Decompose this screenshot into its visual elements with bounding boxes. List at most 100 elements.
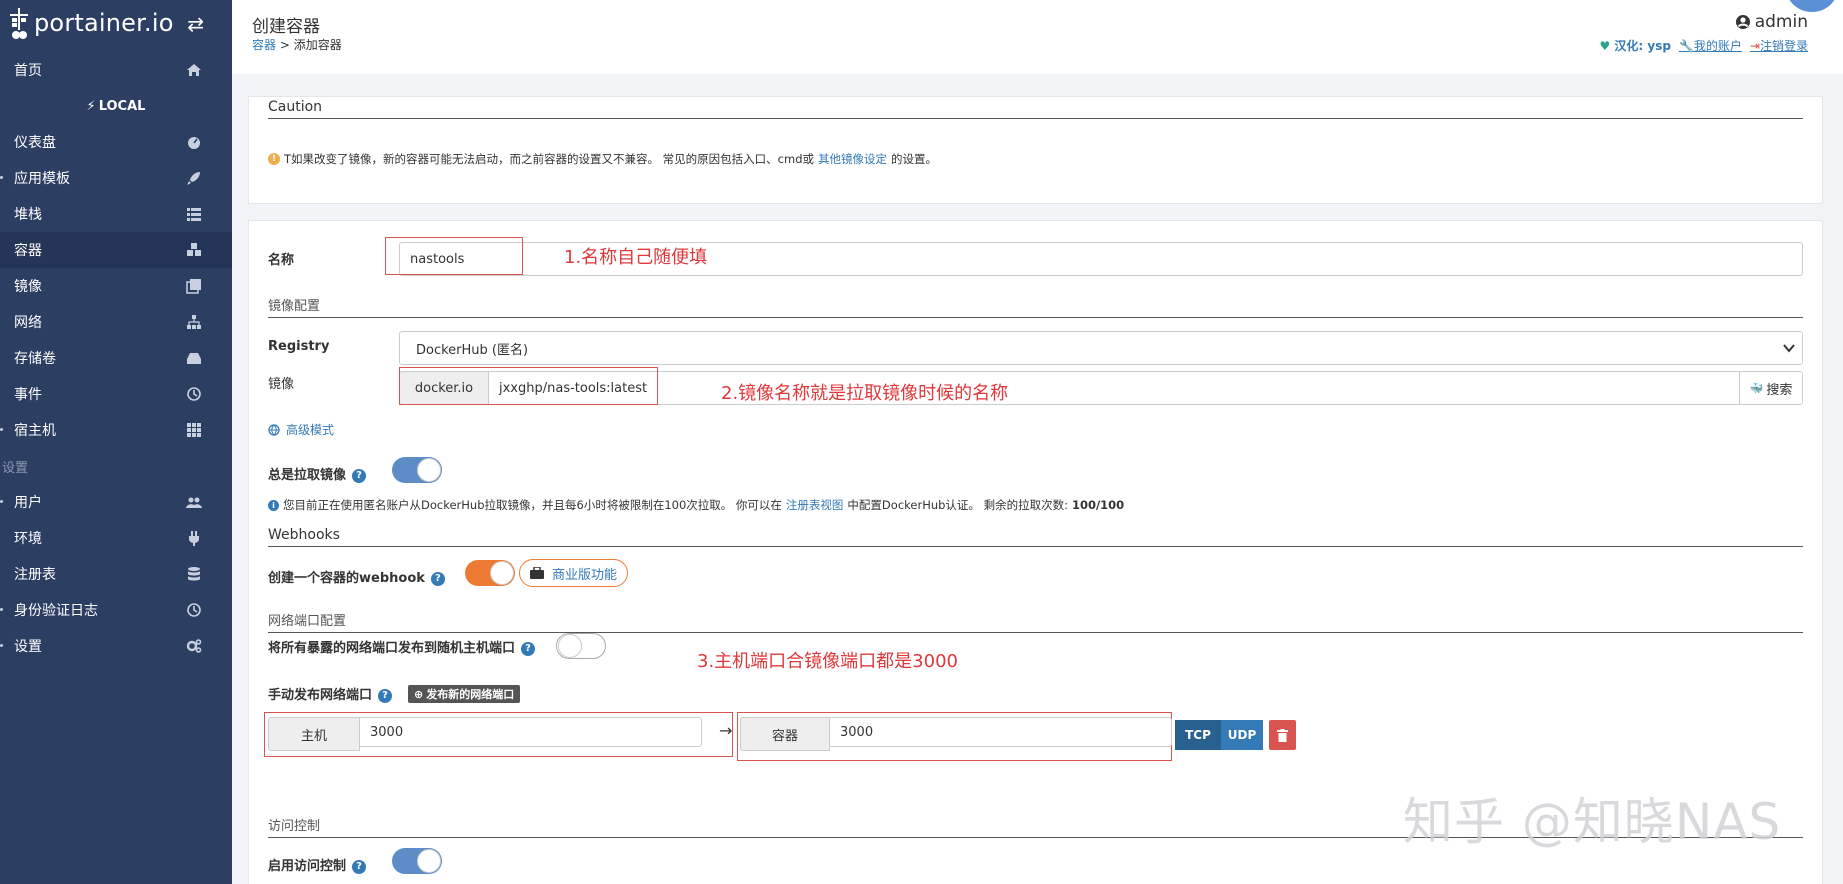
info-icon: i — [268, 499, 279, 511]
page-header: 创建容器 容器 > 添加容器 admin ♥ 汉化: ysp 🔧我的账户 ⇥注销… — [232, 0, 1843, 74]
user-links: ♥ 汉化: ysp 🔧我的账户 ⇥注销登录 — [1599, 37, 1808, 54]
help-icon[interactable]: ? — [378, 688, 393, 703]
globe-icon — [268, 423, 280, 436]
help-icon[interactable]: ? — [352, 859, 367, 874]
clone-icon — [186, 279, 201, 294]
endpoint-local: ⚡ LOCAL — [86, 98, 146, 114]
access-control-toggle[interactable] — [392, 848, 442, 874]
breadcrumb-containers-link[interactable]: 容器 — [252, 38, 276, 52]
watermark: 知乎 @知晓NAS — [1403, 793, 1782, 851]
annotation-name: 1.名称自己随便填 — [564, 247, 708, 268]
sidebar-item-2[interactable]: 注册表 — [0, 556, 232, 592]
plug-icon: ⚡ — [86, 98, 96, 114]
publish-all-toggle[interactable] — [556, 633, 606, 659]
sidebar-item-3[interactable]: 身份验证日志 — [0, 592, 232, 628]
caution-panel: Caution ! T如果改变了镜像，新的容器可能无法启动，而之前容器的设置又不… — [248, 96, 1823, 204]
help-icon[interactable]: ? — [521, 641, 536, 656]
host-port-addon: 主机 — [268, 717, 360, 751]
tcp-button[interactable]: TCP — [1175, 720, 1221, 750]
annotation-image: 2.镜像名称就是拉取镜像时候的名称 — [721, 383, 1009, 404]
sidebar-item-label: 设置 — [14, 639, 42, 655]
other-image-settings-link[interactable]: 其他镜像设定 — [818, 151, 887, 167]
registry-select[interactable]: DockerHub (匿名) — [399, 331, 1803, 365]
brand-name: portainer.io — [34, 9, 174, 37]
brand[interactable]: portainer.io ⇄ — [0, 0, 232, 46]
webhooks-title: Webhooks — [268, 527, 1803, 547]
container-port-input[interactable]: 3000 — [829, 717, 1172, 747]
dockerhub-remaining: 100/100 — [1071, 498, 1125, 512]
sidebar-item-4[interactable]: 设置 — [0, 628, 232, 664]
container-port-addon: 容器 — [740, 717, 830, 751]
sidebar-item-home[interactable]: 首页 — [0, 52, 232, 88]
list-icon — [187, 208, 201, 221]
dockerhub-info: i 您目前正在使用匿名账户从DockerHub拉取镜像，并且每6小时将被限制在1… — [268, 497, 1124, 513]
heart-icon: ♥ — [1599, 39, 1611, 53]
sidebar-item-6[interactable]: 存储卷 — [0, 340, 232, 376]
always-pull-label: 总是拉取镜像? — [268, 464, 367, 483]
sidebar-item-label: 镜像 — [14, 279, 42, 295]
webhook-label: 创建一个容器的webhook? — [268, 567, 445, 586]
image-input[interactable]: jxxghp/nas-tools:latest — [488, 371, 1740, 405]
advanced-mode-link-row[interactable]: 高级模式 — [268, 421, 334, 438]
sidebar-item-label: 网络 — [14, 315, 42, 331]
sidebar-item-label: 宿主机 — [14, 423, 56, 439]
expand-dot — [0, 644, 3, 647]
sidebar-item-label: 首页 — [14, 63, 42, 79]
expand-dot — [0, 608, 3, 611]
user-circle-icon — [1735, 15, 1750, 29]
docker-icon: 🐳 — [1749, 381, 1764, 395]
remove-port-button[interactable] — [1269, 720, 1296, 750]
help-icon[interactable]: ? — [352, 468, 367, 483]
arrow-right-icon: → — [719, 721, 733, 740]
sidebar-item-0[interactable]: 仪表盘 — [0, 124, 232, 160]
sidebar-item-4[interactable]: 镜像 — [0, 268, 232, 304]
portainer-logo-icon — [10, 8, 28, 39]
sidebar-item-label: 堆栈 — [14, 207, 42, 223]
history-icon — [187, 603, 201, 617]
business-feature-badge[interactable]: 商业版功能 — [519, 559, 629, 587]
plug-icon — [189, 531, 199, 546]
help-icon[interactable]: ? — [430, 571, 445, 586]
search-button[interactable]: 🐳 搜索 — [1739, 371, 1803, 405]
sidebar-toggle-icon[interactable]: ⇄ — [187, 12, 204, 36]
sidebar-item-1[interactable]: 应用模板 — [0, 160, 232, 196]
hdd-icon — [187, 353, 201, 364]
sidebar-item-label: 仪表盘 — [14, 135, 56, 151]
enable-access-label: 启用访问控制? — [268, 855, 367, 874]
sidebar-item-label: 应用模板 — [14, 171, 70, 187]
sidebar-item-8[interactable]: 宿主机 — [0, 412, 232, 448]
image-label: 镜像 — [268, 377, 295, 392]
logout-link[interactable]: ⇥注销登录 — [1750, 37, 1808, 54]
registry-label: Registry — [268, 339, 330, 354]
always-pull-toggle[interactable] — [392, 457, 442, 483]
sidebar-item-1[interactable]: 环境 — [0, 520, 232, 556]
host-port-input[interactable]: 3000 — [359, 717, 702, 747]
annotation-box-image — [399, 367, 658, 405]
history-icon — [187, 387, 201, 401]
image-config-title: 镜像配置 — [268, 295, 1803, 318]
sitemap-icon — [187, 315, 201, 329]
webhook-toggle[interactable] — [465, 560, 515, 586]
dashboard-icon — [188, 137, 200, 149]
sidebar-item-label: 环境 — [14, 531, 42, 547]
sidebar-item-label: 事件 — [14, 387, 42, 403]
sidebar-item-3[interactable]: 容器 — [0, 232, 232, 268]
users-icon — [186, 497, 202, 508]
sidebar-item-7[interactable]: 事件 — [0, 376, 232, 412]
sidebar-item-2[interactable]: 堆栈 — [0, 196, 232, 232]
annotation-box-name — [385, 237, 523, 275]
name-label: 名称 — [268, 253, 295, 268]
sidebar-item-0[interactable]: 用户 — [0, 484, 232, 520]
username: admin — [1754, 12, 1808, 32]
sidebar-item-label: 注册表 — [14, 567, 56, 583]
sidebar: portainer.io ⇄ 首页 ⚡ LOCAL 仪表盘应用模板堆栈容器镜像网… — [0, 0, 232, 884]
publish-new-port-button[interactable]: ⊕ 发布新的网络端口 — [408, 685, 521, 703]
warning-icon: ! — [268, 153, 280, 165]
user-menu[interactable]: admin — [1735, 12, 1808, 32]
port-config-title: 网络端口配置 — [268, 610, 1803, 633]
registry-view-link[interactable]: 注册表视图 — [786, 497, 844, 513]
sidebar-item-5[interactable]: 网络 — [0, 304, 232, 340]
my-account-link[interactable]: 🔧我的账户 — [1679, 37, 1742, 54]
udp-button[interactable]: UDP — [1221, 720, 1263, 750]
expand-dot — [0, 176, 3, 179]
